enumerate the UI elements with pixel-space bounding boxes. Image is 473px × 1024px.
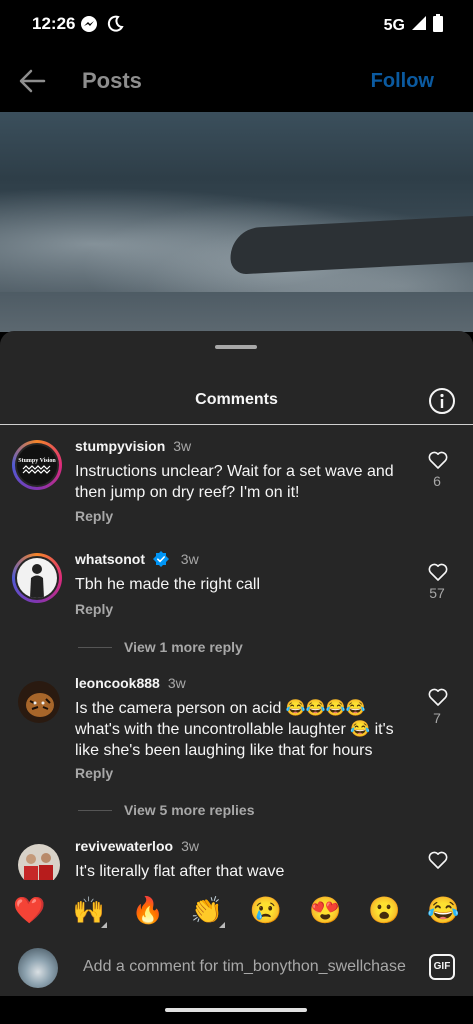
info-button[interactable] — [428, 387, 456, 415]
comment-time: 3w — [167, 675, 186, 691]
info-icon — [429, 388, 455, 414]
reply-button[interactable]: Reply — [75, 508, 113, 524]
home-gesture-handle[interactable] — [165, 1008, 307, 1012]
like-count: 6 — [433, 473, 441, 489]
comment-item: revivewaterloo 3w It's literally flat aft… — [0, 834, 473, 886]
page-title: Posts — [82, 68, 142, 93]
comment-text: It's literally flat after that wave — [75, 863, 285, 880]
svg-text:Stumpy Vision: Stumpy Vision — [18, 458, 56, 464]
comment-text: Instructions unclear? Wait for a set wav… — [75, 463, 394, 501]
emoji-heart-eyes[interactable]: 😍 — [305, 895, 345, 926]
comment-author[interactable]: revivewaterloo 3w — [75, 838, 199, 854]
avatar[interactable]: Stumpy Vision — [12, 440, 62, 490]
reply-button[interactable]: Reply — [75, 765, 113, 781]
view-more-label: View 5 more replies — [124, 802, 255, 818]
current-user-avatar — [18, 948, 58, 988]
like-count: 7 — [433, 710, 441, 726]
comment-time: 3w — [181, 838, 199, 854]
stumpy-vision-logo-icon: Stumpy Vision — [17, 445, 57, 485]
follow-button[interactable]: Follow — [371, 70, 434, 93]
status-bar: 12:26 5G — [0, 0, 473, 48]
view-more-replies[interactable]: View 5 more replies — [78, 802, 254, 818]
avatar[interactable] — [12, 553, 62, 603]
system-nav-bar — [0, 996, 473, 1024]
comment-item: Stumpy Vision stumpyvision 3w Instruction… — [0, 434, 473, 534]
quick-reactions-bar: ❤️ 🙌 🔥 👏 😢 😍 😮 😂 — [0, 880, 473, 940]
heart-icon[interactable] — [428, 451, 448, 469]
like-count: 57 — [429, 585, 445, 601]
do-not-disturb-moon-icon — [106, 15, 124, 38]
messenger-icon — [80, 15, 98, 38]
comment-text: Tbh he made the right call — [75, 576, 260, 593]
view-more-replies[interactable]: View 1 more reply — [78, 639, 243, 655]
thread-line — [78, 809, 112, 811]
back-arrow-icon — [19, 69, 46, 93]
post-video[interactable] — [0, 112, 473, 332]
avatar[interactable] — [18, 681, 60, 723]
emoji-heart[interactable]: ❤️ — [10, 895, 50, 926]
thread-line — [78, 646, 112, 648]
verified-badge-icon — [152, 551, 169, 567]
back-button[interactable] — [16, 64, 50, 98]
comment-time: 3w — [180, 551, 199, 567]
signal-icon — [411, 15, 427, 36]
heart-icon[interactable] — [428, 563, 448, 581]
sheet-drag-handle[interactable] — [215, 345, 257, 349]
comment-author[interactable]: stumpyvision 3w — [75, 438, 191, 454]
status-time: 12:26 — [32, 14, 76, 33]
comment-item: leoncook888 3w Is the camera person on ac… — [0, 671, 473, 791]
view-more-label: View 1 more reply — [124, 639, 243, 655]
sheet-divider — [0, 424, 473, 425]
comments-title: Comments — [195, 391, 278, 408]
gif-button[interactable]: GIF — [429, 954, 455, 980]
emoji-laughing[interactable]: 😂 — [423, 895, 463, 926]
network-type: 5G — [383, 16, 405, 34]
comment-composer: Add a comment for tim_bonython_swellchas… — [0, 940, 473, 996]
app-header: Posts Follow — [0, 48, 473, 110]
comment-input[interactable]: Add a comment for tim_bonython_swellchas… — [83, 958, 406, 976]
comment-time: 3w — [173, 438, 192, 454]
emoji-raising-hands[interactable]: 🙌 — [69, 895, 109, 928]
comment-text: Is the camera person on acid 😂😂😂😂 what's… — [75, 700, 394, 759]
comment-item: whatsonot 3w Tbh he made the right call … — [0, 547, 473, 637]
emoji-crying[interactable]: 😢 — [246, 895, 286, 926]
heart-icon[interactable] — [428, 688, 448, 706]
emoji-clapping[interactable]: 👏 — [187, 895, 227, 928]
emoji-surprised[interactable]: 😮 — [364, 895, 404, 926]
comment-author[interactable]: leoncook888 3w — [75, 675, 186, 691]
comment-author[interactable]: whatsonot 3w — [75, 551, 199, 567]
reply-button[interactable]: Reply — [75, 601, 113, 617]
battery-icon — [433, 14, 443, 37]
tiger-avatar-icon — [18, 681, 60, 723]
emoji-fire[interactable]: 🔥 — [128, 895, 168, 926]
heart-icon[interactable] — [428, 851, 448, 869]
silhouette-avatar-icon — [30, 564, 44, 598]
